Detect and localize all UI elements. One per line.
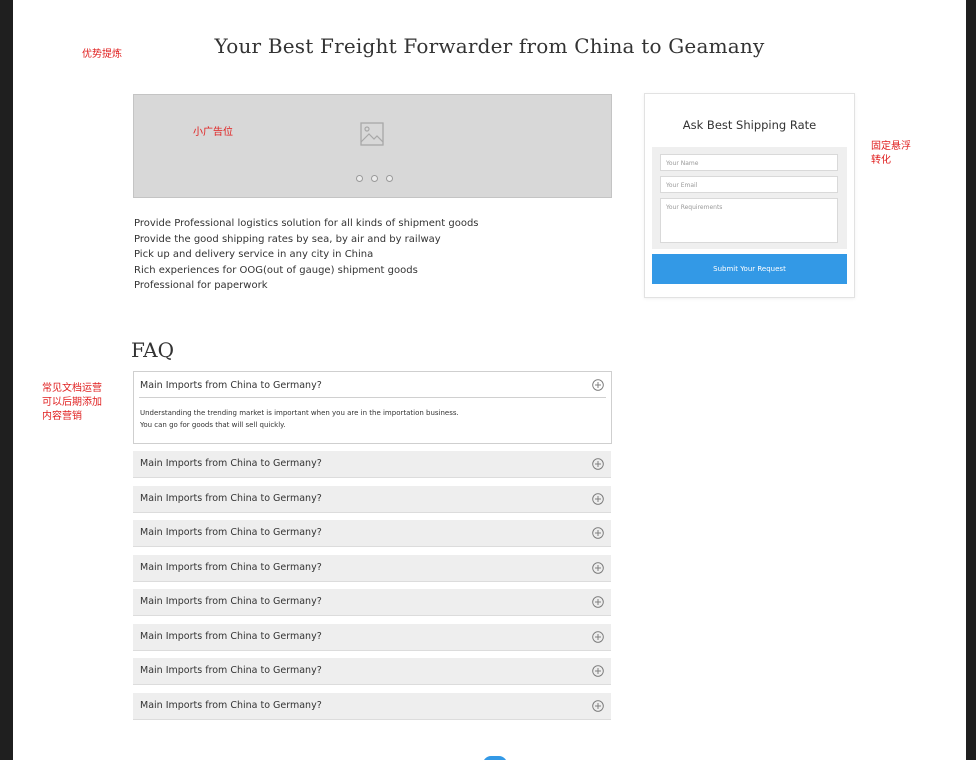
faq-answer-line: You can go for goods that will sell quic… bbox=[140, 421, 286, 429]
banner-carousel[interactable]: 小广告位 bbox=[133, 94, 612, 198]
faq-item[interactable]: Main Imports from China to Germany? bbox=[133, 658, 611, 685]
email-field[interactable]: Your Email bbox=[660, 176, 838, 193]
faq-item[interactable]: Main Imports from China to Germany? bbox=[133, 693, 611, 720]
faq-question[interactable]: Main Imports from China to Germany? bbox=[140, 380, 322, 391]
page-title: Your Best Freight Forwarder from China t… bbox=[214, 34, 765, 58]
submit-button[interactable]: Submit Your Request bbox=[652, 254, 847, 284]
annotation-line: 可以后期添加 bbox=[42, 397, 102, 408]
faq-divider bbox=[139, 397, 606, 398]
faq-item[interactable]: Main Imports from China to Germany? bbox=[133, 486, 611, 513]
requirements-field[interactable]: Your Requirements bbox=[660, 198, 838, 243]
feature-list: Provide Professional logistics solution … bbox=[134, 216, 479, 294]
faq-item-open[interactable]: Main Imports from China to Germany? Unde… bbox=[133, 371, 612, 444]
shipping-rate-form: Ask Best Shipping Rate Your Name Your Em… bbox=[644, 93, 855, 298]
plus-circle-icon[interactable] bbox=[592, 493, 604, 505]
form-fields: Your Name Your Email Your Requirements bbox=[652, 147, 847, 249]
faq-title: FAQ bbox=[131, 338, 174, 362]
feature-item: Rich experiences for OOG(out of gauge) s… bbox=[134, 264, 418, 276]
feature-item: Provide Professional logistics solution … bbox=[134, 218, 479, 229]
faq-question[interactable]: Main Imports from China to Germany? bbox=[140, 631, 322, 642]
faq-question[interactable]: Main Imports from China to Germany? bbox=[140, 596, 322, 607]
faq-question[interactable]: Main Imports from China to Germany? bbox=[140, 458, 322, 469]
faq-question[interactable]: Main Imports from China to Germany? bbox=[140, 562, 322, 573]
faq-question[interactable]: Main Imports from China to Germany? bbox=[140, 493, 322, 504]
form-title: Ask Best Shipping Rate bbox=[682, 118, 817, 132]
faq-answer: Understanding the trending market is imp… bbox=[140, 407, 459, 431]
image-placeholder-icon bbox=[360, 122, 384, 146]
plus-circle-icon[interactable] bbox=[592, 700, 604, 712]
page: 优势提炼 固定悬浮 转化 常见文档运营 可以后期添加 内容营销 Your Bes… bbox=[13, 0, 966, 760]
plus-circle-icon[interactable] bbox=[592, 665, 604, 677]
faq-item[interactable]: Main Imports from China to Germany? bbox=[133, 589, 611, 616]
carousel-dot[interactable] bbox=[386, 175, 393, 182]
carousel-dots bbox=[356, 175, 393, 182]
faq-question[interactable]: Main Imports from China to Germany? bbox=[140, 700, 322, 711]
name-field[interactable]: Your Name bbox=[660, 154, 838, 171]
faq-item[interactable]: Main Imports from China to Germany? bbox=[133, 555, 611, 582]
annotation-banner-ad: 小广告位 bbox=[193, 127, 233, 138]
faq-item[interactable]: Main Imports from China to Germany? bbox=[133, 520, 611, 547]
faq-item[interactable]: Main Imports from China to Germany? bbox=[133, 624, 611, 651]
annotation-line: 转化 bbox=[871, 155, 891, 166]
plus-circle-icon[interactable] bbox=[592, 596, 604, 608]
faq-question[interactable]: Main Imports from China to Germany? bbox=[140, 665, 322, 676]
faq-question[interactable]: Main Imports from China to Germany? bbox=[140, 527, 322, 538]
annotation-sticky-form: 固定悬浮 转化 bbox=[871, 140, 911, 168]
faq-answer-line: Understanding the trending market is imp… bbox=[140, 409, 459, 417]
plus-circle-icon[interactable] bbox=[592, 527, 604, 539]
annotation-line: 固定悬浮 bbox=[871, 141, 911, 152]
plus-circle-icon[interactable] bbox=[592, 379, 604, 391]
annotation-faq: 常见文档运营 可以后期添加 内容营销 bbox=[42, 382, 102, 424]
feature-item: Pick up and delivery service in any city… bbox=[134, 249, 374, 260]
carousel-dot[interactable] bbox=[371, 175, 378, 182]
annotation-line: 内容营销 bbox=[42, 411, 82, 422]
carousel-dot[interactable] bbox=[356, 175, 363, 182]
annotation-line: 常见文档运营 bbox=[42, 383, 102, 394]
plus-circle-icon[interactable] bbox=[592, 631, 604, 643]
feature-item: Professional for paperwork bbox=[134, 280, 268, 291]
plus-circle-icon[interactable] bbox=[592, 562, 604, 574]
plus-circle-icon[interactable] bbox=[592, 458, 604, 470]
faq-item[interactable]: Main Imports from China to Germany? bbox=[133, 451, 611, 478]
feature-item: Provide the good shipping rates by sea, … bbox=[134, 233, 441, 245]
scroll-top-button[interactable] bbox=[483, 756, 507, 760]
